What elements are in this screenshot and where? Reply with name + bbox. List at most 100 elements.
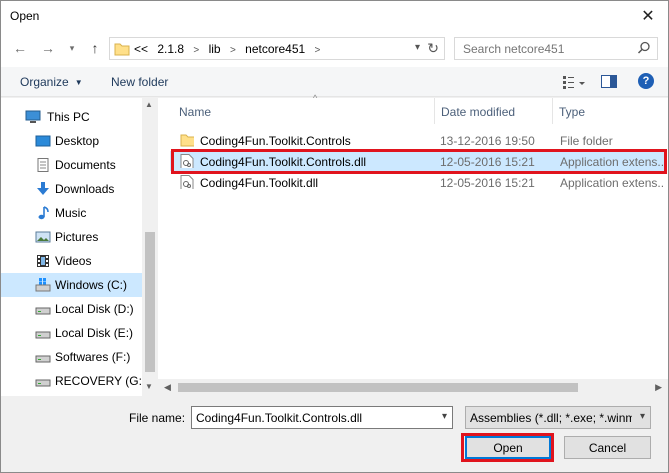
- folder-icon: [114, 43, 130, 56]
- nav-item-this-pc[interactable]: This PC: [1, 105, 142, 129]
- sort-ascending-icon: ^: [313, 93, 318, 103]
- breadcrumb-separator-icon[interactable]: >: [315, 45, 321, 56]
- dll-file-icon: [180, 154, 194, 168]
- scrollbar-thumb[interactable]: [145, 232, 155, 372]
- computer-icon: [25, 110, 41, 123]
- search-box[interactable]: [454, 37, 658, 60]
- file-type-value: Assemblies (*.dll; *.exe; *.winmd): [470, 411, 632, 425]
- open-file-dialog: Open ✕ ← → ▾ ↑ << 2.1.8 > lib > netcore4…: [0, 0, 669, 473]
- chevron-down-icon: ▼: [74, 78, 83, 87]
- title-bar: Open ✕: [1, 1, 668, 31]
- file-name-combobox[interactable]: ▾: [191, 406, 453, 429]
- file-name: Coding4Fun.Toolkit.dll: [200, 176, 319, 190]
- nav-item-windows-c[interactable]: Windows (C:): [1, 273, 142, 297]
- file-list-horizontal-scrollbar[interactable]: ◀ ▶: [158, 379, 668, 396]
- nav-item-softwares-f[interactable]: Softwares (F:): [1, 345, 142, 369]
- search-icon[interactable]: [637, 41, 651, 55]
- column-header-type-label: Type: [559, 105, 586, 119]
- open-button[interactable]: Open: [465, 436, 551, 459]
- file-name: Coding4Fun.Toolkit.Controls: [200, 134, 351, 148]
- breadcrumb-separator-icon[interactable]: >: [230, 45, 236, 56]
- file-name-input[interactable]: [196, 410, 426, 426]
- change-view-icon[interactable]: [562, 74, 586, 90]
- breadcrumb-item-2-1-8[interactable]: 2.1.8: [157, 42, 184, 56]
- navigation-pane: This PC Desktop Documents Downloads Musi…: [1, 98, 158, 396]
- nav-item-videos[interactable]: Videos: [1, 249, 142, 273]
- desktop-icon: [35, 135, 51, 147]
- nav-item-label: Videos: [55, 254, 92, 268]
- scrollbar-thumb[interactable]: [178, 383, 578, 392]
- nav-item-label: Local Disk (E:): [55, 326, 134, 340]
- nav-item-label: This PC: [47, 110, 90, 124]
- nav-item-local-disk-e[interactable]: Local Disk (E:): [1, 321, 142, 345]
- nav-item-pictures[interactable]: Pictures: [1, 225, 142, 249]
- documents-icon: [37, 158, 49, 172]
- organize-label: Organize: [20, 75, 69, 89]
- forward-arrow-icon[interactable]: →: [39, 39, 57, 57]
- nav-item-recovery-g[interactable]: RECOVERY (G:): [1, 369, 146, 393]
- scroll-up-arrow-icon[interactable]: ▲: [145, 100, 153, 109]
- file-row-toolkit-dll[interactable]: Coding4Fun.Toolkit.dll 12-05-2016 15:21 …: [170, 172, 664, 192]
- breadcrumb: << 2.1.8 > lib > netcore451 >: [134, 42, 326, 56]
- pictures-icon: [35, 231, 51, 243]
- music-icon: [38, 206, 49, 220]
- nav-item-label: Softwares (F:): [55, 350, 131, 364]
- nav-pane-scrollbar[interactable]: ▲ ▼: [142, 98, 158, 396]
- column-header-name[interactable]: ^ Name: [173, 93, 435, 124]
- new-folder-button[interactable]: New folder: [111, 75, 168, 89]
- address-bar[interactable]: << 2.1.8 > lib > netcore451 > ▾ ↻: [109, 37, 445, 60]
- drive-icon: [35, 307, 51, 315]
- folder-icon: [180, 134, 194, 147]
- scroll-left-arrow-icon[interactable]: ◀: [164, 382, 171, 393]
- breadcrumb-overflow[interactable]: <<: [134, 42, 148, 56]
- nav-item-label: Desktop: [55, 134, 100, 148]
- nav-item-music[interactable]: Music: [1, 201, 142, 225]
- nav-item-label: Music: [55, 206, 87, 220]
- column-header-type[interactable]: Type: [553, 98, 668, 124]
- column-header-date-label: Date modified: [441, 105, 516, 119]
- nav-item-documents[interactable]: Documents: [1, 153, 142, 177]
- up-arrow-icon[interactable]: ↑: [86, 39, 104, 57]
- nav-item-label: Documents: [55, 158, 116, 172]
- window-title: Open: [10, 9, 40, 23]
- cancel-button[interactable]: Cancel: [564, 436, 651, 459]
- scroll-right-arrow-icon[interactable]: ▶: [655, 382, 662, 393]
- search-input[interactable]: [463, 41, 633, 57]
- preview-pane-icon[interactable]: [601, 74, 617, 90]
- file-date: 12-05-2016 15:21: [440, 155, 535, 169]
- nav-item-local-disk-d[interactable]: Local Disk (D:): [1, 297, 142, 321]
- file-type: File folder: [560, 134, 613, 148]
- file-date: 13-12-2016 19:50: [440, 134, 535, 148]
- back-arrow-icon[interactable]: ←: [11, 39, 29, 57]
- file-type: Application extens...: [560, 176, 664, 190]
- chevron-down-icon: ▾: [639, 411, 645, 422]
- drive-icon: [35, 355, 51, 363]
- breadcrumb-separator-icon[interactable]: >: [193, 45, 199, 56]
- file-row-controls-dll[interactable]: Coding4Fun.Toolkit.Controls.dll 12-05-20…: [170, 151, 664, 171]
- chevron-down-icon[interactable]: ▾: [442, 411, 447, 422]
- downloads-icon: [37, 182, 49, 195]
- organize-menu[interactable]: Organize ▼: [20, 75, 83, 89]
- file-type-select[interactable]: Assemblies (*.dll; *.exe; *.winmd) ▾: [465, 406, 651, 429]
- column-header-name-label: Name: [179, 105, 212, 119]
- file-name: Coding4Fun.Toolkit.Controls.dll: [200, 155, 367, 169]
- nav-item-downloads[interactable]: Downloads: [1, 177, 142, 201]
- address-dropdown-chevron-icon[interactable]: ▾: [415, 42, 420, 53]
- refresh-icon[interactable]: ↻: [427, 40, 439, 57]
- nav-item-label: Pictures: [55, 230, 99, 244]
- dll-file-icon: [180, 175, 194, 189]
- close-button[interactable]: ✕: [634, 5, 662, 27]
- drive-icon: [35, 331, 51, 339]
- breadcrumb-item-netcore451[interactable]: netcore451: [245, 42, 305, 56]
- nav-item-desktop[interactable]: Desktop: [1, 129, 142, 153]
- address-row: ← → ▾ ↑ << 2.1.8 > lib > netcore451 > ▾ …: [1, 31, 668, 67]
- breadcrumb-item-lib[interactable]: lib: [209, 42, 221, 56]
- drive-icon: [35, 379, 51, 387]
- file-type: Application extens...: [560, 155, 664, 169]
- scroll-down-arrow-icon[interactable]: ▼: [145, 382, 153, 391]
- column-header-date-modified[interactable]: Date modified: [435, 98, 553, 124]
- recent-locations-chevron-icon[interactable]: ▾: [63, 39, 81, 57]
- help-icon[interactable]: ?: [638, 73, 654, 89]
- file-row-folder[interactable]: Coding4Fun.Toolkit.Controls 13-12-2016 1…: [170, 130, 664, 150]
- windows-drive-icon: [35, 278, 51, 292]
